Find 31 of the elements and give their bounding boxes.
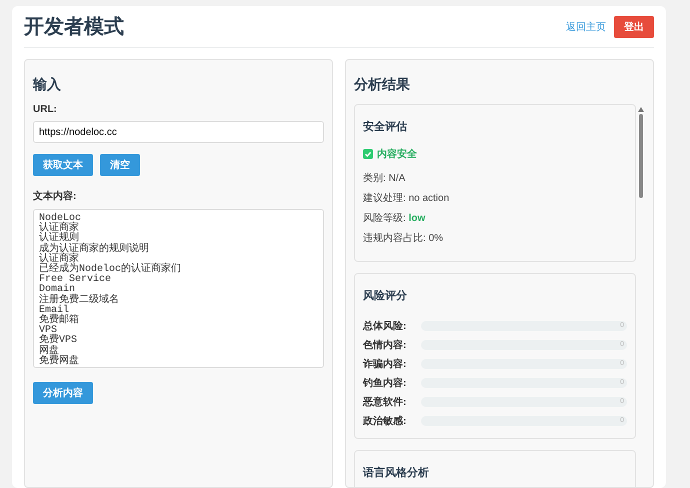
text-line: 免费邮箱 (39, 316, 80, 326)
action-button[interactable]: 清空 (100, 154, 140, 176)
field-label: URL: (33, 104, 58, 115)
analyze-button[interactable]: 分析内容 (33, 382, 93, 404)
result-field: 建议处理: no action (363, 193, 627, 205)
home-link[interactable]: 返回主页 (566, 20, 606, 34)
safety-status: 内容安全 (363, 147, 627, 161)
risk-label: 总体风险: (363, 320, 408, 332)
field-label: 文本内容: (33, 189, 78, 203)
risk-label: 色情内容: (363, 338, 408, 352)
panel-heading: 分析结果 (354, 76, 411, 94)
card-title: 安全评估 (363, 120, 408, 134)
scroll-up-arrow-icon[interactable] (638, 107, 644, 112)
risk-label: 诈骗内容: (363, 357, 408, 370)
text-line: 注册免费二级域名 (39, 296, 120, 306)
result-field: 违规内容占比: 0% (363, 233, 627, 245)
text-line: 免费VPS (39, 336, 78, 346)
card-title: 语言风格分析 (363, 466, 430, 480)
check-icon (363, 149, 373, 159)
panel-heading: 输入 (33, 76, 62, 94)
result-field: 风险等级: low (363, 213, 627, 225)
risk-label: 政治敏感: (363, 414, 408, 428)
risk-label: 钓鱼内容: (363, 376, 408, 390)
text-line: 免费网盘 (39, 356, 80, 367)
logout-button[interactable]: 登出 (614, 16, 654, 38)
result-field: 类别: N/A (363, 173, 627, 185)
card-title: 风险评分 (363, 288, 408, 303)
risk-label: 恶意软件: (363, 396, 408, 408)
url-input[interactable]: https://nodeloc.cc (33, 121, 324, 143)
page-title: 开发者模式 (24, 15, 124, 40)
action-button[interactable]: 获取文本 (33, 154, 93, 176)
